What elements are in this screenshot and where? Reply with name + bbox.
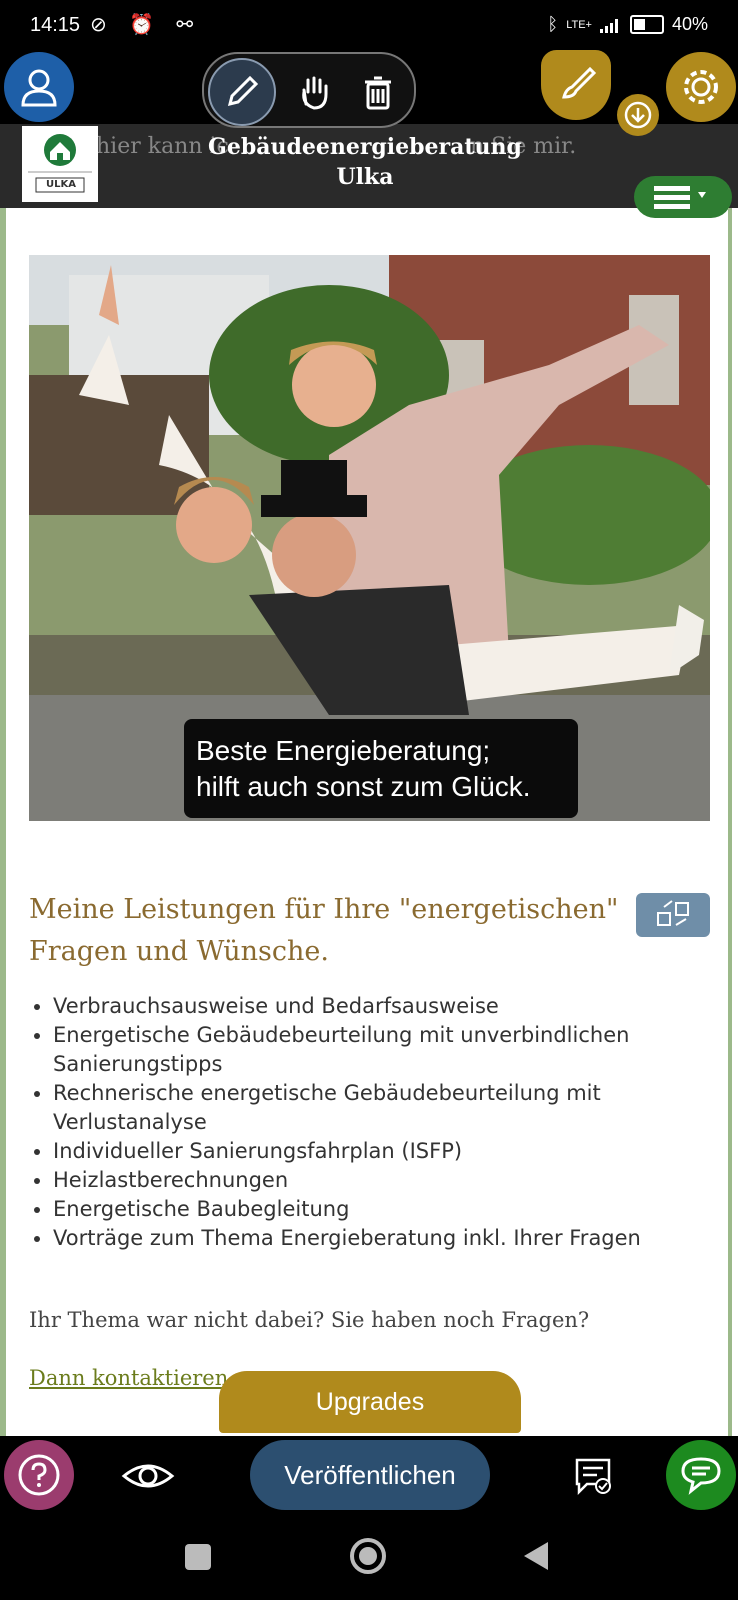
contact-link[interactable]: Dann kontaktieren [29, 1366, 228, 1390]
site-title-line2: Ulka [336, 164, 394, 190]
download-button[interactable] [617, 94, 659, 136]
hamburger-icon [654, 186, 706, 209]
chat-button[interactable] [666, 1440, 736, 1510]
network-label: LTE+ [566, 18, 592, 31]
download-icon [624, 101, 652, 129]
hand-icon [302, 76, 328, 110]
publish-button[interactable]: Veröffentlichen [250, 1440, 490, 1510]
status-right: ᛒ LTE+ 40% [547, 14, 708, 35]
gear-icon [684, 70, 718, 104]
house-logo-icon [28, 134, 92, 193]
recent-apps-icon[interactable] [183, 1542, 213, 1572]
list-item: Vorträge zum Thema Energieberatung inkl.… [53, 1224, 738, 1253]
delete-button[interactable] [348, 62, 408, 122]
trash-icon [365, 76, 391, 110]
services-heading: Meine Leistungen für Ihre "energetischen… [29, 894, 619, 967]
preview-button[interactable] [118, 1446, 178, 1506]
contact-question: Ihr Thema war nicht dabei? Sie haben noc… [29, 1308, 590, 1332]
question-icon [18, 1454, 60, 1496]
home-icon[interactable] [348, 1536, 388, 1576]
checklist-icon [575, 1458, 611, 1496]
list-item: Rechnerische energetische Gebäudebeurtei… [53, 1079, 738, 1137]
swap-layout-button[interactable] [636, 893, 710, 937]
move-button[interactable] [284, 62, 344, 122]
help-button[interactable] [4, 1440, 74, 1510]
caption-line1: Beste Energieberatung; [196, 735, 491, 766]
list-item: Energetische Gebäudebeurteilung mit unve… [53, 1021, 738, 1079]
battery-icon [629, 15, 664, 34]
list-item: Verbrauchsausweise und Bedarfsausweise [53, 992, 738, 1021]
settings-button[interactable] [666, 52, 736, 122]
site-logo[interactable]: ULKA [22, 126, 98, 202]
website-preview: hier kann ic n Sie mir. ULKA Gebäudeener… [0, 124, 738, 1439]
site-title-line1: Gebäudeenergieberatung [208, 134, 522, 160]
list-item: Heizlastberechnungen [53, 1166, 738, 1195]
status-icons: ⊘ ⏰ ⚯ [90, 12, 202, 36]
eye-icon [121, 1464, 175, 1488]
caption-line2: hilft auch sonst zum Glück. [196, 771, 531, 802]
page-border-right [728, 208, 732, 1439]
site-title: Gebäudeenergieberatung Ulka [180, 132, 550, 192]
site-header: hier kann ic n Sie mir. ULKA Gebäudeener… [0, 124, 738, 218]
back-icon[interactable] [520, 1538, 554, 1574]
hero-caption: Beste Energieberatung; hilft auch sonst … [184, 719, 578, 818]
status-bar: 14:15 ⊘ ⏰ ⚯ ᛒ LTE+ 40% [0, 0, 738, 56]
brush-icon [562, 66, 597, 99]
list-item: Individueller Sanierungsfahrplan (ISFP) [53, 1137, 738, 1166]
clock: 14:15 [30, 14, 81, 36]
pencil-icon [227, 75, 259, 107]
battery-level: 40% [671, 14, 708, 34]
page-border-left [0, 208, 6, 1439]
services-list: Verbrauchsausweise und Bedarfsausweise E… [29, 992, 738, 1253]
bluetooth-icon: ᛒ [547, 14, 559, 34]
chat-icon [681, 1457, 721, 1495]
tasks-button[interactable] [563, 1446, 623, 1506]
profile-icon [21, 69, 57, 107]
design-button[interactable] [541, 50, 611, 120]
signal-icon [599, 18, 618, 33]
menu-button[interactable] [634, 176, 732, 218]
logo-text: ULKA [46, 179, 76, 190]
android-nav-bar [0, 1512, 738, 1600]
profile-button[interactable] [4, 52, 74, 122]
list-item: Energetische Baubegleitung [53, 1195, 738, 1224]
upgrades-button[interactable]: Upgrades [219, 1371, 521, 1433]
swap-icon [657, 900, 689, 926]
edit-button[interactable] [208, 58, 276, 126]
